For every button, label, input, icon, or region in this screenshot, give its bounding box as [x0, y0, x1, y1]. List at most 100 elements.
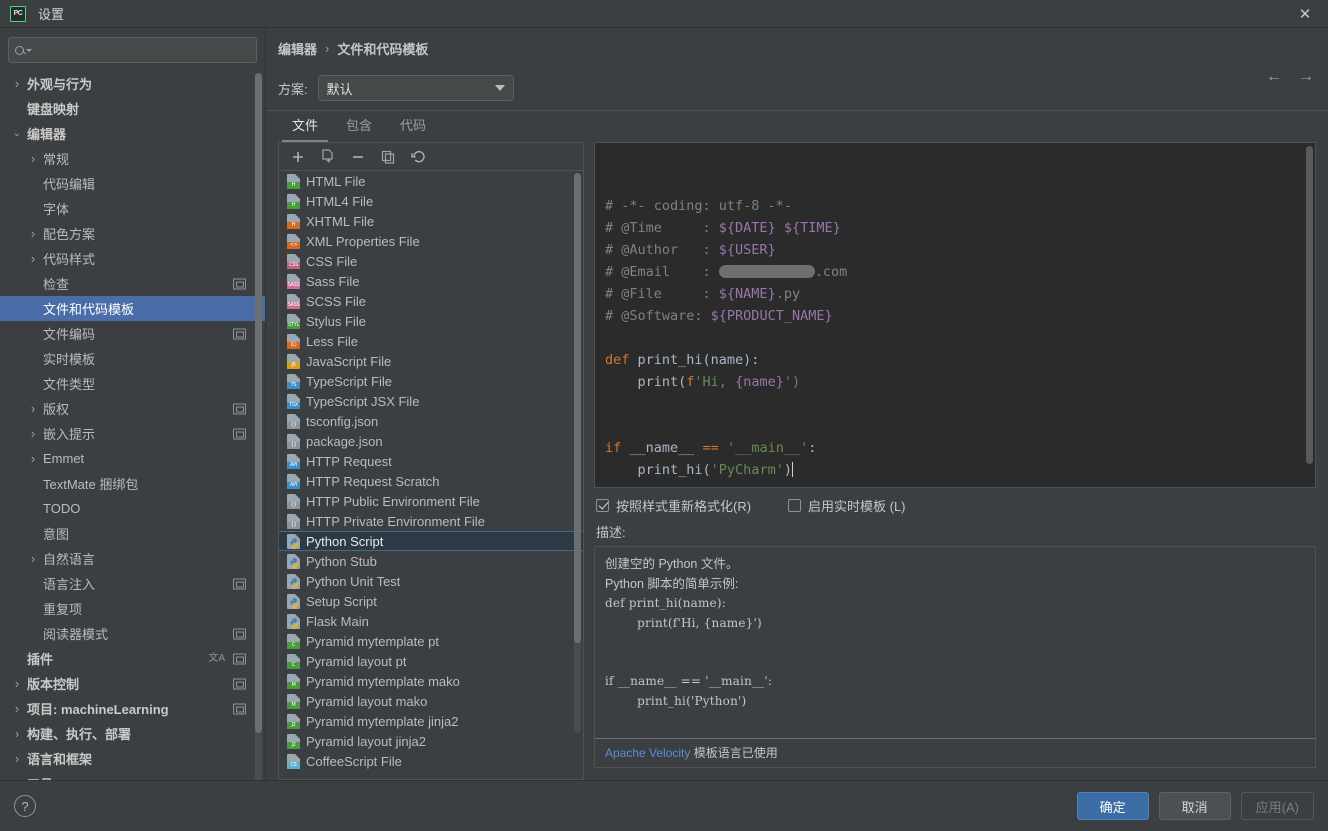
template-list[interactable]: H HTML File H HTML4 File H XHTML File <> XML Pr… [279, 171, 583, 779]
template-list-item[interactable]: {} package.json [279, 431, 583, 451]
sidebar-item-11[interactable]: 实时模板 [0, 346, 265, 371]
sidebar-item-4[interactable]: 代码编辑 [0, 171, 265, 196]
template-list-item[interactable]: API HTTP Request [279, 451, 583, 471]
checkbox-box-unchecked[interactable] [788, 498, 801, 512]
sidebar-item-26[interactable]: › 构建、执行、部署 [0, 721, 265, 746]
sidebar-scrollbar-thumb[interactable] [255, 73, 262, 733]
template-list-item[interactable]: (L) Less File [279, 331, 583, 351]
chevron-right-icon[interactable]: › [26, 451, 40, 466]
template-list-scrollbar-thumb[interactable] [574, 173, 581, 643]
tab-2[interactable]: 代码 [386, 113, 440, 142]
template-list-item[interactable]: SASS Sass File [279, 271, 583, 291]
copy-settings-icon[interactable] [233, 428, 246, 439]
template-list-item[interactable]: SASS SCSS File [279, 291, 583, 311]
sidebar-item-15[interactable]: › Emmet [0, 446, 265, 471]
template-list-item[interactable]: M Pyramid layout mako [279, 691, 583, 711]
editor-scrollbar[interactable] [1306, 146, 1313, 483]
template-list-item[interactable]: TSX TypeScript JSX File [279, 391, 583, 411]
copy-settings-icon[interactable] [233, 328, 246, 339]
copy-settings-icon[interactable] [233, 628, 246, 639]
sidebar-item-27[interactable]: › 语言和框架 [0, 746, 265, 771]
chevron-right-icon[interactable]: › [26, 226, 40, 241]
template-list-item[interactable]: Setup Script [279, 591, 583, 611]
search-input[interactable] [8, 37, 257, 63]
copy-file-icon[interactable] [319, 148, 337, 166]
copy-settings-icon[interactable] [233, 403, 246, 414]
sidebar-item-7[interactable]: › 代码样式 [0, 246, 265, 271]
sidebar-item-14[interactable]: › 嵌入提示 [0, 421, 265, 446]
template-list-item[interactable]: {} HTTP Public Environment File [279, 491, 583, 511]
reformat-checkbox[interactable]: 按照样式重新格式化(R) [596, 496, 788, 515]
sidebar-item-5[interactable]: 字体 [0, 196, 265, 221]
sidebar-item-22[interactable]: 阅读器模式 [0, 621, 265, 646]
copy-settings-icon[interactable] [233, 278, 246, 289]
dialog-button-primary[interactable]: 确定 [1076, 792, 1149, 820]
sidebar-item-23[interactable]: 插件 文A [0, 646, 265, 671]
template-list-item[interactable]: C Pyramid layout pt [279, 651, 583, 671]
checkbox-box-checked[interactable] [596, 498, 609, 512]
apache-velocity-link[interactable]: Apache Velocity [605, 746, 690, 760]
sidebar-item-16[interactable]: TextMate 捆绑包 [0, 471, 265, 496]
back-arrow-icon[interactable]: ← [1266, 68, 1282, 86]
sidebar-item-1[interactable]: 键盘映射 [0, 96, 265, 121]
template-list-item[interactable]: H XHTML File [279, 211, 583, 231]
template-list-item[interactable]: J2 Pyramid mytemplate jinja2 [279, 711, 583, 731]
chevron-down-icon[interactable]: ⌄ [10, 128, 24, 139]
template-list-item[interactable]: Python Stub [279, 551, 583, 571]
template-list-item[interactable]: CSS CSS File [279, 251, 583, 271]
editor-scrollbar-thumb[interactable] [1306, 146, 1313, 464]
sidebar-scrollbar[interactable] [255, 73, 262, 780]
close-icon[interactable]: ✕ [1282, 0, 1328, 27]
chevron-right-icon[interactable]: › [10, 701, 24, 716]
sidebar-item-9[interactable]: 文件和代码模板 [0, 296, 265, 321]
template-list-item[interactable]: Python Script [279, 531, 583, 551]
reset-icon[interactable] [409, 148, 427, 166]
chevron-right-icon[interactable]: › [26, 551, 40, 566]
sidebar-item-25[interactable]: › 项目: machineLearning [0, 696, 265, 721]
template-list-item[interactable]: H HTML File [279, 171, 583, 191]
copy-settings-icon[interactable] [233, 703, 246, 714]
sidebar-item-21[interactable]: 重复项 [0, 596, 265, 621]
scheme-dropdown[interactable]: 默认 [317, 75, 514, 101]
template-list-item[interactable]: Flask Main [279, 611, 583, 631]
breadcrumb-item-0[interactable]: 编辑器 [278, 39, 317, 58]
template-list-item[interactable]: {} HTTP Private Environment File [279, 511, 583, 531]
chevron-right-icon[interactable]: › [26, 251, 40, 266]
sidebar-item-17[interactable]: TODO [0, 496, 265, 521]
template-list-item[interactable]: M Pyramid mytemplate mako [279, 671, 583, 691]
live-template-checkbox[interactable]: 启用实时模板 (L) [788, 496, 906, 515]
add-icon[interactable] [289, 148, 307, 166]
template-list-item[interactable]: <> XML Properties File [279, 231, 583, 251]
forward-arrow-icon[interactable]: → [1298, 68, 1314, 86]
template-code-editor[interactable]: # -*- coding: utf-8 -*- # @Time : ${DATE}… [594, 142, 1316, 488]
sidebar-item-2[interactable]: ⌄ 编辑器 [0, 121, 265, 146]
duplicate-icon[interactable] [379, 148, 397, 166]
tab-0[interactable]: 文件 [278, 113, 332, 142]
sidebar-item-12[interactable]: 文件类型 [0, 371, 265, 396]
chevron-right-icon[interactable]: › [10, 726, 24, 741]
chevron-right-icon[interactable]: › [26, 151, 40, 166]
template-list-item[interactable]: API HTTP Request Scratch [279, 471, 583, 491]
chevron-right-icon[interactable]: › [26, 401, 40, 416]
remove-icon[interactable] [349, 148, 367, 166]
sidebar-item-13[interactable]: › 版权 [0, 396, 265, 421]
sidebar-item-6[interactable]: › 配色方案 [0, 221, 265, 246]
template-list-item[interactable]: TS TypeScript File [279, 371, 583, 391]
template-list-scrollbar[interactable] [574, 173, 581, 733]
template-list-item[interactable]: J2 Pyramid layout jinja2 [279, 731, 583, 751]
copy-settings-icon[interactable] [233, 678, 246, 689]
help-icon[interactable]: ? [14, 795, 36, 817]
chevron-right-icon[interactable]: › [10, 751, 24, 766]
chevron-right-icon[interactable]: › [10, 676, 24, 691]
settings-tree[interactable]: › 外观与行为 键盘映射 ⌄ 编辑器 › 常规 代码编辑 字体 › 配色方案 › 代码样式 检查 文件和代码… [0, 69, 265, 780]
copy-settings-icon[interactable] [233, 653, 246, 664]
dialog-button-normal[interactable]: 取消 [1158, 792, 1231, 820]
template-list-item[interactable]: C Pyramid mytemplate pt [279, 631, 583, 651]
template-list-item[interactable]: {} tsconfig.json [279, 411, 583, 431]
template-list-item[interactable]: H HTML4 File [279, 191, 583, 211]
copy-settings-icon[interactable] [233, 578, 246, 589]
tab-1[interactable]: 包含 [332, 113, 386, 142]
sidebar-item-18[interactable]: 意图 [0, 521, 265, 546]
sidebar-item-0[interactable]: › 外观与行为 [0, 71, 265, 96]
sidebar-item-19[interactable]: › 自然语言 [0, 546, 265, 571]
